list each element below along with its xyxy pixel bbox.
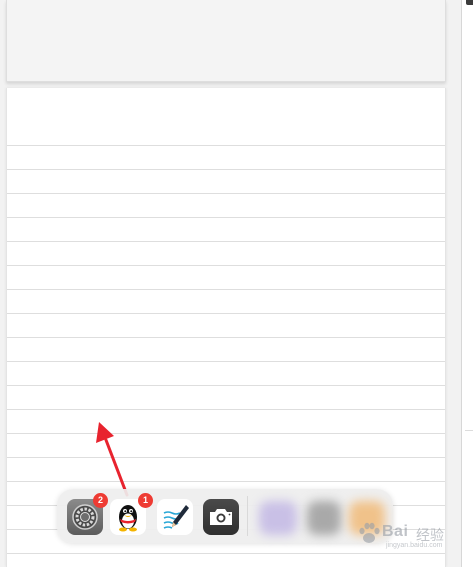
settings-badge: 2 xyxy=(93,493,108,508)
ruled-line xyxy=(7,385,445,386)
right-panel-mark xyxy=(465,430,473,431)
ruled-line xyxy=(7,337,445,338)
ruled-line xyxy=(7,313,445,314)
right-panel-edge xyxy=(462,0,473,567)
ruled-line xyxy=(7,265,445,266)
dock-divider xyxy=(247,496,248,536)
watermark-logo-text: Bai xyxy=(382,523,409,540)
app-dock: 2 1 xyxy=(57,489,393,543)
notes-pen-icon xyxy=(163,505,189,529)
ruled-line xyxy=(7,169,445,170)
ruled-line xyxy=(7,241,445,242)
camera-icon xyxy=(210,509,232,525)
ruled-line xyxy=(7,481,445,482)
ruled-line xyxy=(7,409,445,410)
dock-app-camera[interactable] xyxy=(203,499,239,535)
baidu-watermark: Bai 经验 jingyan.baidu.com xyxy=(354,512,469,554)
corner-indicator xyxy=(466,0,473,5)
paw-logo-icon xyxy=(359,522,380,543)
recent-app-1[interactable] xyxy=(259,501,297,535)
ruled-line xyxy=(7,289,445,290)
ruled-line xyxy=(7,433,445,434)
ruled-line xyxy=(7,361,445,362)
ruled-line xyxy=(7,193,445,194)
note-header-card[interactable] xyxy=(6,0,446,82)
ruled-line xyxy=(7,145,445,146)
qq-badge: 1 xyxy=(138,493,153,508)
recent-app-2[interactable] xyxy=(307,501,341,535)
ruled-line xyxy=(7,217,445,218)
qq-penguin-icon xyxy=(119,505,137,532)
dock-app-notes[interactable] xyxy=(157,499,193,535)
ruled-line xyxy=(7,457,445,458)
watermark-url: jingyan.baidu.com xyxy=(386,542,443,549)
